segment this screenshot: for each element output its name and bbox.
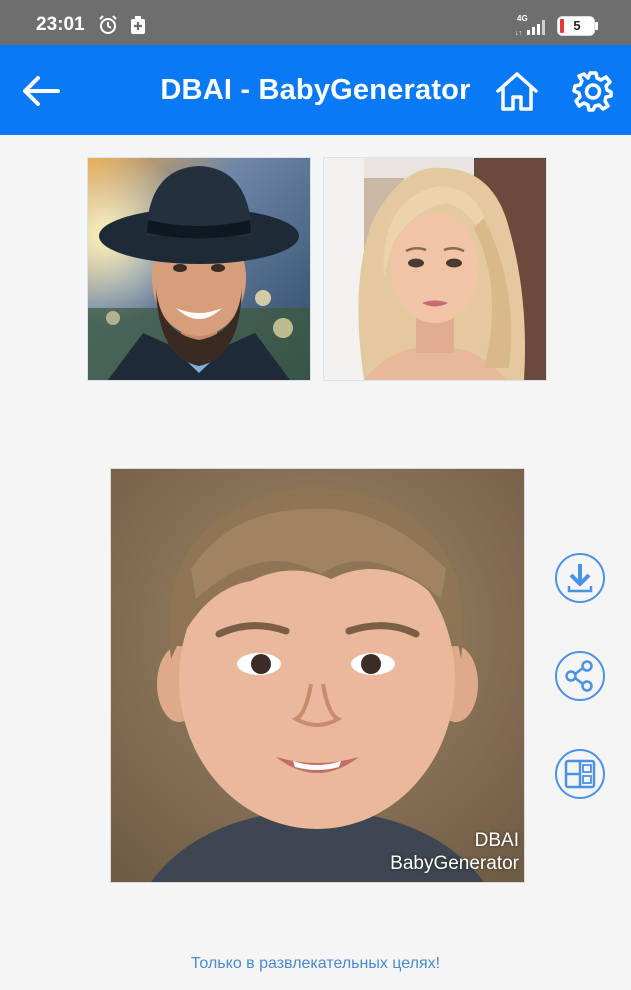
share-icon [565,660,593,692]
alarm-icon [99,15,117,34]
watermark-line2: BabyGenerator [390,853,519,874]
father-portrait-image [88,158,310,380]
status-time: 23:01 [36,14,85,35]
compare-button[interactable] [555,749,605,799]
mother-photo[interactable] [323,157,547,381]
status-bar: 23:01 4G ↓↑ 5 [0,0,631,45]
watermark-line1: DBAI [474,830,519,851]
watermark: DBAI BabyGenerator [390,829,519,875]
disclaimer-text: Только в развлекательных целях! [190,955,441,972]
compare-icon [564,759,596,789]
home-icon [496,72,538,111]
download-button[interactable] [555,553,605,603]
father-photo[interactable] [87,157,311,381]
battery-level: 5 [573,18,581,33]
battery-saver-icon [131,16,145,34]
baby-portrait-image [111,469,524,882]
signal-icon: ↓↑ [515,20,545,36]
settings-button[interactable] [571,69,615,113]
svg-text:↓↑: ↓↑ [515,30,522,36]
gear-icon [572,71,613,112]
download-icon [567,564,593,593]
generated-baby-photo: DBAI BabyGenerator [110,468,525,883]
share-button[interactable] [555,651,605,701]
mother-portrait-image [324,158,546,380]
app-bar: DBAI - BabyGenerator [0,45,631,135]
home-button[interactable] [494,69,540,113]
